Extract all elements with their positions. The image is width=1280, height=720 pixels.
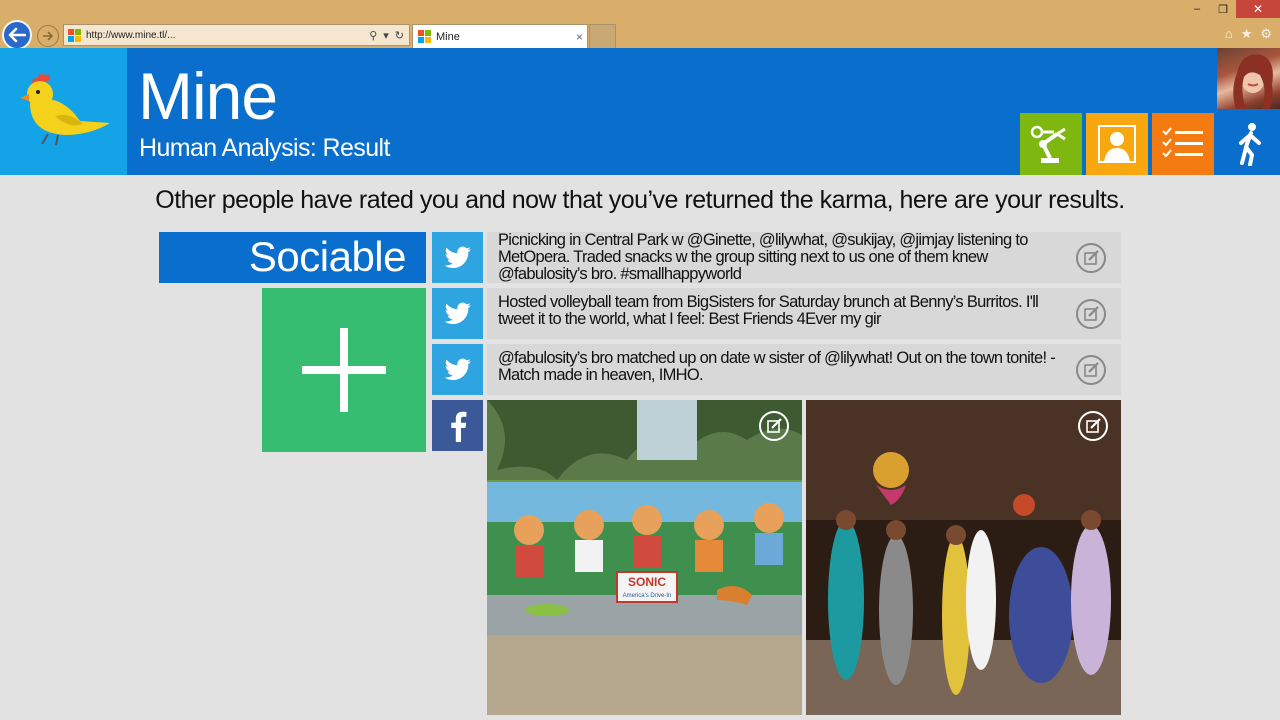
arrow-left-icon: [8, 27, 26, 43]
forward-button[interactable]: [37, 25, 59, 47]
tweet-post[interactable]: Hosted volleyball team from BigSisters f…: [487, 288, 1121, 339]
tweet-text: Hosted volleyball team from BigSisters f…: [498, 293, 1039, 328]
browser-chrome: http://www.mine.tl/... ⚲ ▾ ↻ Mine × ‒ ❐ …: [0, 0, 1280, 50]
twitter-icon: [444, 358, 471, 380]
dropdown-icon[interactable]: ▾: [383, 29, 389, 42]
category-tile[interactable]: Sociable: [159, 232, 426, 283]
app-title: Mine: [138, 59, 278, 133]
app-logo[interactable]: [0, 48, 127, 175]
tab-site-icon: [418, 30, 431, 43]
add-button[interactable]: [262, 288, 426, 452]
tab-close-icon[interactable]: ×: [576, 30, 583, 44]
facebook-icon: [450, 411, 466, 442]
settings-icon[interactable]: ⚙: [1260, 26, 1272, 42]
twitter-source-tile: [432, 344, 483, 395]
twitter-icon: [444, 302, 471, 324]
address-url[interactable]: http://www.mine.tl/...: [86, 30, 369, 41]
facebook-source-tile: [432, 400, 483, 451]
address-bar[interactable]: http://www.mine.tl/... ⚲ ▾ ↻: [63, 24, 410, 46]
nav-tile-walk[interactable]: [1218, 113, 1280, 175]
user-photo-icon: [1233, 54, 1273, 109]
twitter-source-tile: [432, 232, 483, 283]
edit-icon[interactable]: [1077, 410, 1109, 442]
arrow-right-icon: [43, 31, 54, 41]
nav-tile-checklist[interactable]: [1152, 113, 1214, 175]
edit-icon[interactable]: [1075, 354, 1107, 386]
facebook-photo-party[interactable]: [806, 400, 1121, 715]
nav-tile-profile[interactable]: [1086, 113, 1148, 175]
walking-person-icon: [1239, 123, 1261, 166]
tweet-post[interactable]: @fabulosity’s bro matched up on date w s…: [487, 344, 1121, 395]
nav-tile-robot-arm[interactable]: [1020, 113, 1082, 175]
search-icon[interactable]: ⚲: [369, 29, 377, 42]
person-icon: [1098, 125, 1136, 163]
intro-text: Other people have rated you and now that…: [155, 186, 1125, 214]
minimize-button[interactable]: ‒: [1184, 0, 1210, 18]
party-photo: [806, 400, 1121, 715]
plus-icon: [302, 328, 386, 412]
close-window-button[interactable]: ✕: [1236, 0, 1280, 18]
park-photo: SONIC America's Drive-In: [487, 400, 802, 715]
bird-logo-icon: [20, 74, 110, 146]
page-subtitle: Human Analysis: Result: [139, 134, 390, 162]
site-icon: [68, 28, 81, 42]
sign-tagline: America's Drive-In: [623, 593, 672, 599]
twitter-icon: [444, 246, 471, 268]
restore-button[interactable]: ❐: [1210, 0, 1236, 18]
facebook-photo-park[interactable]: SONIC America's Drive-In: [487, 400, 802, 715]
edit-icon[interactable]: [758, 410, 790, 442]
refresh-icon[interactable]: ↻: [395, 29, 404, 42]
checklist-icon: [1162, 127, 1203, 158]
back-button[interactable]: [2, 20, 32, 50]
sign-brand: SONIC: [628, 575, 666, 589]
browser-tab[interactable]: Mine ×: [412, 24, 588, 48]
robot-arm-icon: [1030, 125, 1066, 163]
twitter-source-tile: [432, 288, 483, 339]
avatar[interactable]: [1217, 48, 1280, 109]
app-header: Mine Human Analysis: Result: [0, 48, 1280, 175]
tab-title: Mine: [436, 30, 460, 43]
tweet-text: Picnicking in Central Park w @Ginette, @…: [498, 231, 1028, 283]
new-tab-button[interactable]: [589, 24, 616, 48]
edit-icon[interactable]: [1075, 242, 1107, 274]
tweet-post[interactable]: Picnicking in Central Park w @Ginette, @…: [487, 232, 1121, 283]
edit-icon[interactable]: [1075, 298, 1107, 330]
tweet-text: @fabulosity’s bro matched up on date w s…: [498, 349, 1056, 384]
favorites-icon[interactable]: ★: [1241, 26, 1253, 42]
home-icon[interactable]: ⌂: [1225, 26, 1233, 42]
